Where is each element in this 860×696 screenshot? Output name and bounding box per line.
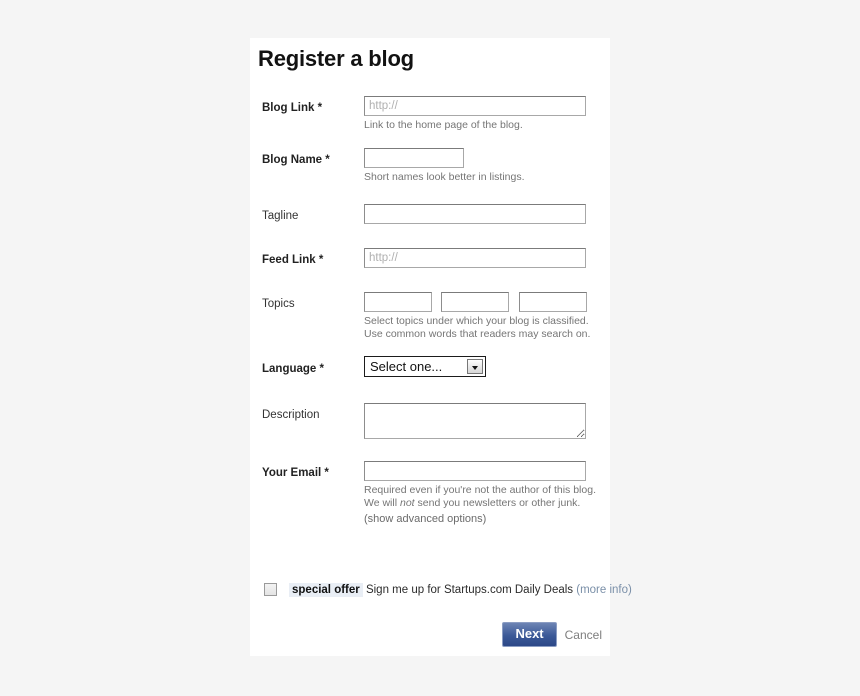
cancel-button[interactable]: Cancel — [565, 628, 602, 642]
blog-link-input[interactable] — [364, 96, 586, 116]
special-offer-row: special offer Sign me up for Startups.co… — [264, 582, 632, 597]
field-group-your-email: Required even if you're not the author o… — [364, 461, 610, 525]
description-textarea[interactable] — [364, 403, 586, 439]
show-advanced-options-link[interactable]: (show advanced options) — [364, 513, 600, 525]
register-blog-form: Blog Link * Link to the home page of the… — [250, 96, 610, 531]
language-select-value: Select one... — [370, 359, 443, 374]
label-topics: Topics — [262, 298, 295, 310]
tagline-input[interactable] — [364, 204, 586, 224]
topic-input-2[interactable] — [441, 292, 510, 312]
field-group-feed-link — [364, 248, 610, 268]
form-row-feed-link: Feed Link * — [250, 248, 610, 292]
register-blog-card: Register a blog Blog Link * Link to the … — [250, 38, 632, 656]
label-feed-link: Feed Link * — [262, 254, 324, 266]
field-group-blog-name: Short names look better in listings. — [364, 148, 610, 184]
page-root: Register a blog Blog Link * Link to the … — [0, 0, 860, 696]
label-your-email: Your Email * — [262, 467, 329, 479]
form-row-tagline: Tagline — [250, 204, 610, 248]
language-select[interactable]: Select one... — [364, 356, 486, 377]
field-group-blog-link: Link to the home page of the blog. — [364, 96, 610, 132]
field-group-topics: Select topics under which your blog is c… — [364, 292, 610, 341]
form-row-description: Description — [250, 403, 610, 461]
label-language: Language * — [262, 363, 324, 375]
field-group-language: Select one... — [364, 356, 610, 382]
hint-blog-link: Link to the home page of the blog. — [364, 119, 523, 131]
hint-email-line2-post: send you newsletters or other junk. — [414, 497, 581, 509]
form-row-topics: Topics Select topics under which your bl… — [250, 292, 610, 356]
hint-email-line2-pre: We will — [364, 497, 400, 509]
next-button[interactable]: Next — [502, 622, 557, 647]
more-info-link[interactable]: (more info) — [576, 584, 632, 596]
special-offer-badge: special offer — [289, 582, 363, 597]
field-group-tagline — [364, 204, 610, 224]
hint-topics-line1: Select topics under which your blog is c… — [364, 315, 589, 327]
hint-blog-name: Short names look better in listings. — [364, 171, 525, 183]
hint-email-line2-emphasis: not — [399, 497, 415, 509]
label-blog-name: Blog Name * — [262, 154, 330, 166]
label-description: Description — [262, 409, 320, 421]
special-offer-checkbox[interactable] — [264, 583, 277, 596]
field-group-description — [364, 403, 610, 439]
topic-input-3[interactable] — [518, 292, 587, 312]
label-blog-link: Blog Link * — [262, 102, 323, 114]
special-offer-description: Sign me up for Startups.com Daily Deals — [365, 583, 574, 596]
blog-name-input[interactable] — [364, 148, 464, 168]
hint-topics-line2: Use common words that readers may search… — [364, 328, 591, 340]
hint-email-line2: We will not send you newsletters or othe… — [364, 497, 600, 510]
form-actions: Next Cancel — [502, 622, 602, 647]
form-row-blog-link: Blog Link * Link to the home page of the… — [250, 96, 610, 148]
chevron-down-icon[interactable] — [467, 359, 483, 374]
feed-link-input[interactable] — [364, 248, 586, 268]
topic-input-1[interactable] — [364, 292, 432, 312]
label-tagline: Tagline — [262, 210, 299, 222]
form-row-your-email: Your Email * Required even if you're not… — [250, 461, 610, 531]
your-email-input[interactable] — [364, 461, 586, 481]
page-title: Register a blog — [258, 46, 414, 71]
form-row-language: Language * Select one... — [250, 356, 610, 403]
special-offer-text: special offer Sign me up for Startups.co… — [289, 582, 632, 597]
form-row-blog-name: Blog Name * Short names look better in l… — [250, 148, 610, 204]
hint-email-line1: Required even if you're not the author o… — [364, 484, 596, 496]
